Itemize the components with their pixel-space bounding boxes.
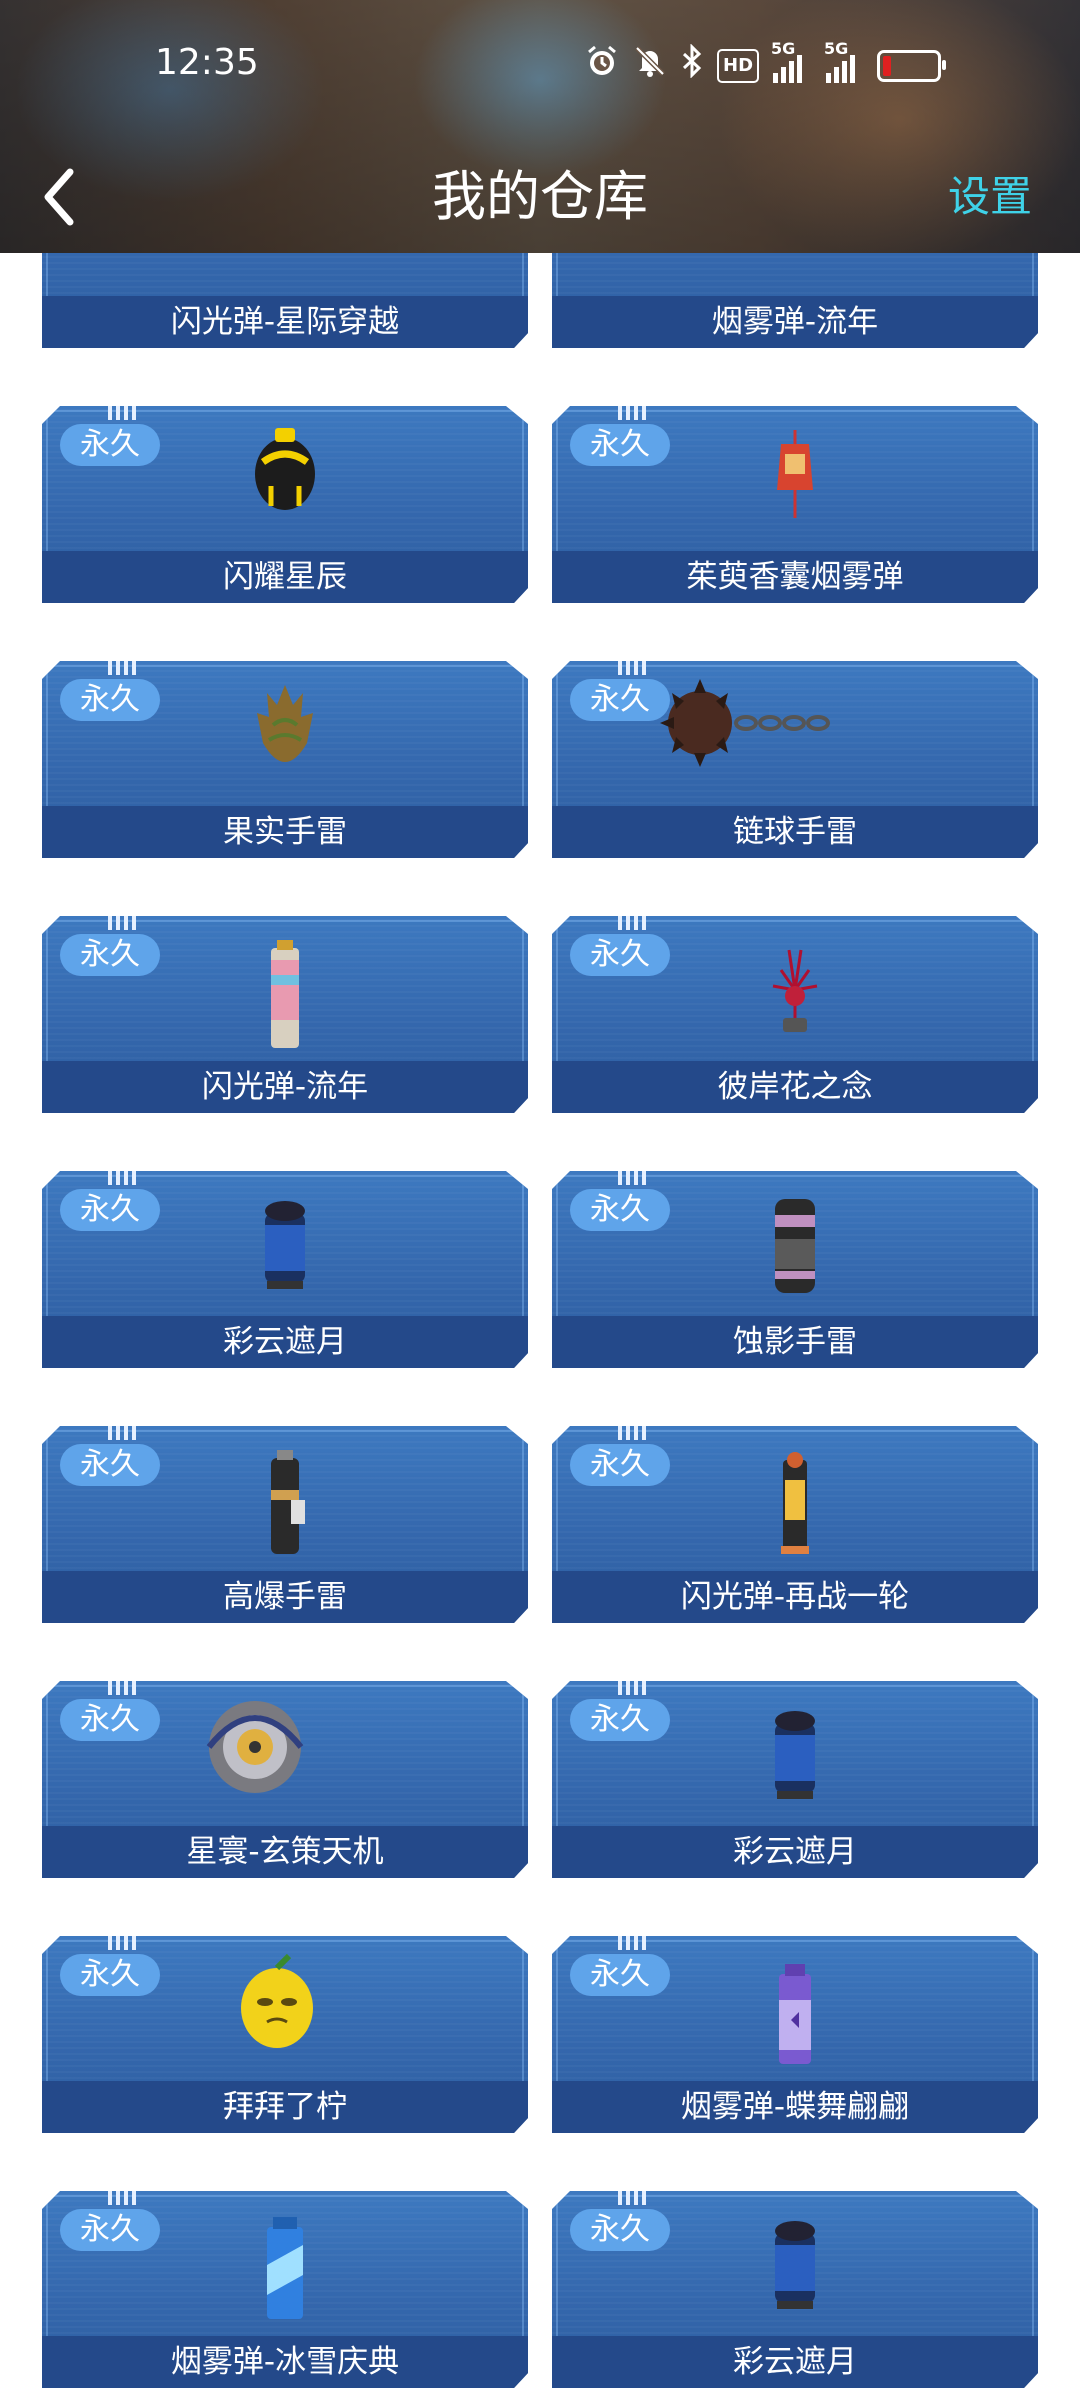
item-name: 闪光弹-流年	[42, 1061, 528, 1113]
spider-lily-icon	[763, 940, 827, 1054]
nav-bar: 我的仓库 设置	[0, 140, 1080, 253]
permanent-badge: 永久	[570, 1189, 670, 1231]
item-name: 闪耀星辰	[42, 551, 528, 603]
card-stripes	[618, 1936, 646, 1950]
header: 12:35 HD 5G 5G 我的仓库 设置	[0, 0, 1080, 253]
item-name: 烟雾弹-蝶舞翩翩	[552, 2081, 1038, 2133]
inventory-card[interactable]: 永久彩云遮月	[42, 1171, 528, 1368]
inventory-card[interactable]: 永久彩云遮月	[552, 1681, 1038, 1878]
permanent-badge: 永久	[570, 1444, 670, 1486]
inventory-card[interactable]: 永久闪耀星辰	[42, 406, 528, 603]
inventory-card[interactable]: 永久闪光弹-再战一轮	[552, 1426, 1038, 1623]
item-name: 闪光弹-星际穿越	[42, 296, 528, 348]
status-bar: 12:35 HD 5G 5G	[0, 0, 1080, 140]
butterfly-smoke-icon	[763, 1960, 827, 2074]
card-stripes	[618, 661, 646, 675]
permanent-badge: 永久	[570, 1699, 670, 1741]
card-stripes	[618, 1171, 646, 1185]
signal-5g-icon: 5G	[824, 39, 856, 83]
inventory-card[interactable]: 永久链球手雷	[552, 661, 1038, 858]
shadow-grenade-icon	[763, 1195, 827, 1309]
inventory-card[interactable]: 永久彼岸花之念	[552, 916, 1038, 1113]
item-name: 果实手雷	[42, 806, 528, 858]
permanent-badge: 永久	[60, 1189, 160, 1231]
card-stripes	[618, 2191, 646, 2205]
battery-low-icon	[877, 49, 947, 82]
card-stripes	[618, 1426, 646, 1440]
alarm-icon	[585, 44, 619, 87]
gear-disc-icon	[195, 1699, 315, 1799]
card-stripes	[618, 916, 646, 930]
permanent-badge: 永久	[570, 679, 670, 721]
item-name: 烟雾弹-流年	[552, 296, 1038, 348]
frag-grenade-icon	[253, 1450, 317, 1564]
item-name: 链球手雷	[552, 806, 1038, 858]
inventory-card[interactable]: 永久果实手雷	[42, 661, 528, 858]
item-name: 高爆手雷	[42, 1571, 528, 1623]
item-name: 闪光弹-再战一轮	[552, 1571, 1038, 1623]
inventory-grid: 闪光弹-星际穿越 烟雾弹-流年 永久 闪耀星辰 永久 茱萸香囊烟雾弹 永久 果实手雷 永久 链球手…	[0, 0, 1080, 2400]
item-name: 彩云遮月	[552, 2336, 1038, 2388]
item-name: 彩云遮月	[42, 1316, 528, 1368]
card-stripes	[108, 1936, 136, 1950]
inventory-card[interactable]: 永久烟雾弹-蝶舞翩翩	[552, 1936, 1038, 2133]
status-icons: HD 5G 5G	[585, 39, 947, 87]
card-stripes	[108, 1681, 136, 1695]
ice-smoke-icon	[253, 2215, 317, 2329]
status-time: 12:35	[155, 42, 259, 83]
card-stripes	[108, 1171, 136, 1185]
bluetooth-icon	[681, 43, 703, 87]
permanent-badge: 永久	[60, 679, 160, 721]
fruit-grenade-icon	[253, 685, 317, 799]
card-stripes	[108, 1426, 136, 1440]
flail-grenade-icon	[660, 679, 830, 773]
sachet-smoke-icon	[763, 430, 827, 544]
inventory-card[interactable]: 永久星寰-玄策天机	[42, 1681, 528, 1878]
item-name: 烟雾弹-冰雪庆典	[42, 2336, 528, 2388]
flash-tower-icon	[763, 1450, 827, 1564]
permanent-badge: 永久	[60, 1954, 160, 1996]
permanent-badge: 永久	[570, 424, 670, 466]
item-name: 彼岸花之念	[552, 1061, 1038, 1113]
network-label: 5G	[771, 38, 796, 58]
mute-icon	[633, 44, 667, 87]
inventory-card[interactable]: 永久闪光弹-流年	[42, 916, 528, 1113]
permanent-badge: 永久	[570, 2209, 670, 2251]
card-stripes	[108, 2191, 136, 2205]
permanent-badge: 永久	[60, 934, 160, 976]
lantern-grenade-icon	[763, 1705, 827, 1819]
item-name: 彩云遮月	[552, 1826, 1038, 1878]
card-stripes	[108, 916, 136, 930]
inventory-card[interactable]: 永久蚀影手雷	[552, 1171, 1038, 1368]
inventory-card[interactable]: 永久彩云遮月	[552, 2191, 1038, 2388]
lantern-grenade-icon	[763, 2215, 827, 2329]
signal-5g-icon: 5G	[771, 39, 803, 83]
permanent-badge: 永久	[570, 1954, 670, 1996]
permanent-badge: 永久	[60, 2209, 160, 2251]
lantern-grenade-icon	[253, 1195, 317, 1309]
flash-canister-icon	[253, 940, 317, 1054]
shining-grenade-icon	[253, 426, 317, 520]
settings-button[interactable]: 设置	[948, 140, 1032, 253]
item-name: 茱萸香囊烟雾弹	[552, 551, 1038, 603]
inventory-card[interactable]: 永久烟雾弹-冰雪庆典	[42, 2191, 528, 2388]
permanent-badge: 永久	[60, 424, 160, 466]
card-stripes	[618, 1681, 646, 1695]
permanent-badge: 永久	[60, 1444, 160, 1486]
card-stripes	[618, 406, 646, 420]
hd-icon: HD	[717, 48, 760, 83]
item-name: 星寰-玄策天机	[42, 1826, 528, 1878]
permanent-badge: 永久	[60, 1699, 160, 1741]
page-title: 我的仓库	[432, 165, 648, 228]
lemon-grenade-icon	[237, 1953, 317, 2054]
network-label: 5G	[824, 38, 849, 58]
item-name: 拜拜了柠	[42, 2081, 528, 2133]
card-stripes	[108, 406, 136, 420]
inventory-card[interactable]: 永久拜拜了柠	[42, 1936, 528, 2133]
inventory-card[interactable]: 永久茱萸香囊烟雾弹	[552, 406, 1038, 603]
card-stripes	[108, 661, 136, 675]
inventory-card[interactable]: 永久高爆手雷	[42, 1426, 528, 1623]
item-name: 蚀影手雷	[552, 1316, 1038, 1368]
permanent-badge: 永久	[570, 934, 670, 976]
